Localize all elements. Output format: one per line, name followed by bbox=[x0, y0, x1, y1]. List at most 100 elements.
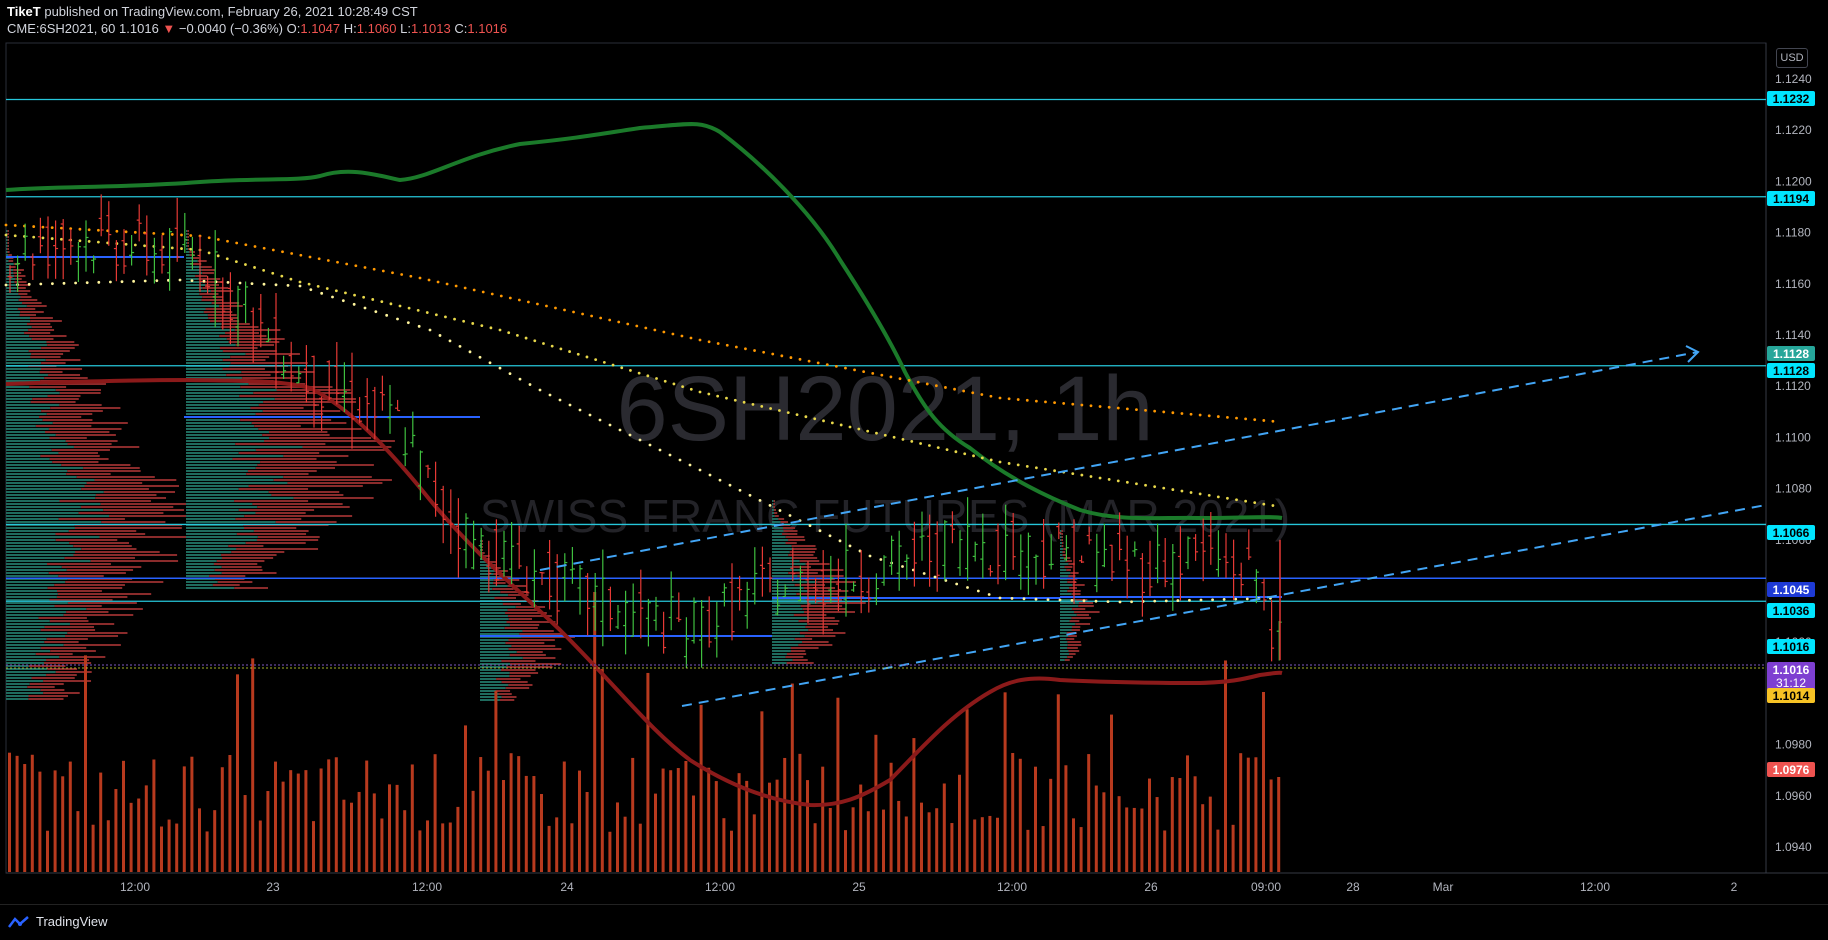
profile-bar-up bbox=[186, 542, 246, 544]
profile-bar-up bbox=[772, 629, 809, 631]
volume-bar bbox=[471, 790, 475, 872]
profile-bar-down bbox=[61, 566, 142, 568]
band-dot bbox=[672, 382, 676, 386]
price-label: 1.1016 bbox=[1773, 663, 1810, 677]
price-tick: 1.1080 bbox=[1775, 482, 1812, 496]
band-dot bbox=[866, 429, 870, 433]
band-dot bbox=[308, 255, 312, 259]
profile-bar-down bbox=[69, 542, 129, 544]
volume-bar bbox=[661, 768, 665, 872]
profile-bar-up bbox=[772, 647, 791, 649]
volume-bar bbox=[1269, 779, 1273, 872]
profile-bar-up bbox=[186, 245, 188, 247]
profile-bar-up bbox=[6, 305, 27, 307]
band-dot bbox=[133, 230, 137, 234]
band-dot bbox=[1070, 599, 1074, 602]
profile-bar-up bbox=[772, 662, 787, 664]
volume-bar bbox=[289, 770, 293, 872]
profile-bar-up bbox=[186, 371, 242, 373]
band-dot bbox=[934, 384, 938, 388]
profile-bar-down bbox=[221, 572, 277, 574]
band-dot bbox=[1044, 400, 1047, 404]
band-dot bbox=[1144, 483, 1147, 487]
profile-bar-up bbox=[186, 254, 190, 256]
time-tick: 12:00 bbox=[412, 880, 442, 894]
profile-bar-up bbox=[6, 644, 64, 646]
profile-bar-down bbox=[257, 464, 374, 466]
volume-bar bbox=[638, 823, 642, 872]
band-dot bbox=[132, 279, 136, 283]
profile-bar-up bbox=[186, 347, 220, 349]
profile-bar-up bbox=[772, 530, 784, 532]
profile-bar-down bbox=[505, 687, 530, 689]
profile-bar-down bbox=[67, 602, 137, 604]
price-label: 1.1232 bbox=[1773, 92, 1810, 106]
profile-bar-up bbox=[6, 362, 42, 364]
profile-bar-up bbox=[6, 353, 32, 355]
volume-bar bbox=[266, 791, 270, 872]
band-dot bbox=[868, 554, 872, 558]
profile-bar-up bbox=[1060, 560, 1066, 562]
band-dot bbox=[1245, 597, 1249, 601]
profile-bar-up bbox=[186, 269, 202, 271]
profile-bar-up bbox=[6, 545, 74, 547]
profile-bar-down bbox=[222, 359, 266, 361]
profile-bar-down bbox=[40, 647, 87, 649]
profile-bar-down bbox=[40, 629, 96, 631]
price-chart[interactable]: 6SH2021, 1h SWISS FRANC FUTURES (MAR 202… bbox=[0, 0, 1828, 904]
profile-bar-down bbox=[8, 254, 12, 256]
profile-bar-down bbox=[796, 593, 840, 595]
band-dot bbox=[445, 282, 449, 286]
profile-bar-down bbox=[47, 395, 81, 397]
band-dot bbox=[689, 336, 693, 340]
volume-bar bbox=[68, 761, 72, 872]
volume-bar bbox=[1231, 824, 1235, 872]
profile-bar-down bbox=[46, 341, 75, 343]
profile-bar-up bbox=[6, 575, 59, 577]
profile-bar-down bbox=[794, 638, 813, 640]
profile-bar-down bbox=[101, 521, 166, 523]
band-dot bbox=[507, 331, 511, 335]
profile-bar-up bbox=[1060, 608, 1073, 610]
volume-bar bbox=[593, 592, 597, 872]
volume-bar bbox=[806, 780, 809, 872]
profile-bar-up bbox=[6, 422, 53, 424]
profile-bar-down bbox=[100, 503, 200, 505]
profile-bar-up bbox=[1060, 581, 1068, 583]
band-dot bbox=[602, 360, 606, 364]
profile-bar-up bbox=[480, 615, 509, 617]
profile-bar-down bbox=[230, 356, 270, 358]
band-dot bbox=[271, 271, 275, 275]
profile-bar-down bbox=[805, 626, 828, 628]
profile-bar-down bbox=[219, 347, 258, 349]
band-dot bbox=[568, 403, 572, 407]
profile-bar-down bbox=[498, 693, 512, 695]
profile-bar-down bbox=[1076, 614, 1089, 616]
profile-bar-down bbox=[55, 434, 116, 436]
profile-bar-up bbox=[480, 690, 497, 692]
currency-button[interactable]: USD bbox=[1776, 48, 1808, 68]
profile-bar-down bbox=[32, 398, 79, 400]
band-dot bbox=[380, 300, 384, 304]
time-tick: 23 bbox=[266, 880, 280, 894]
profile-bar-down bbox=[63, 644, 121, 646]
footer-bar: TradingView bbox=[0, 904, 1828, 940]
profile-bar-down bbox=[250, 407, 304, 409]
band-dot bbox=[538, 388, 542, 392]
volume-bar bbox=[813, 823, 817, 872]
profile-bar-down bbox=[1071, 626, 1081, 628]
price-axis[interactable]: 1.1240 1.1220 1.1200 1.1180 1.1160 1.1140 1.11… bbox=[1775, 72, 1812, 854]
profile-bar-up bbox=[480, 630, 523, 632]
profile-bar-down bbox=[55, 533, 146, 535]
profile-bar-up bbox=[6, 569, 67, 571]
time-axis[interactable]: 12:00 23 12:00 24 12:00 25 12:00 26 09:00 28 Mar 12… bbox=[120, 880, 1738, 894]
band-dot bbox=[892, 435, 896, 439]
profile-bar-down bbox=[202, 281, 224, 283]
tradingview-logo[interactable]: TradingView bbox=[8, 914, 108, 929]
profile-bar-up bbox=[6, 686, 28, 688]
profile-bar-up bbox=[186, 344, 236, 346]
profile-bar-down bbox=[793, 614, 827, 616]
volume-bar bbox=[1277, 777, 1281, 872]
band-dot bbox=[262, 246, 266, 250]
profile-bar-down bbox=[800, 605, 843, 607]
